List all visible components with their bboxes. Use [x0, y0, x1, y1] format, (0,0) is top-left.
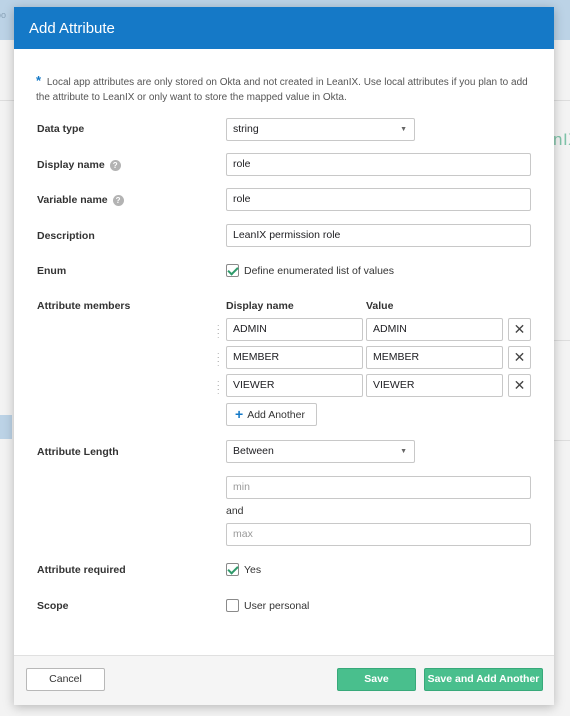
description-label: Description: [37, 230, 95, 242]
chevron-down-icon: ▼: [400, 126, 407, 133]
data-type-value: string: [233, 123, 259, 135]
info-text: Local app attributes are only stored on …: [36, 77, 528, 103]
remove-member-button[interactable]: ✕: [508, 346, 531, 369]
drag-handle-icon[interactable]: :::: [217, 379, 221, 396]
modal-footer: Cancel Save Save and Add Another: [14, 655, 554, 705]
scope-checkbox-label[interactable]: User personal: [244, 600, 309, 612]
variable-name-label-text: Variable name: [37, 194, 108, 206]
background-divider: [554, 440, 570, 441]
scope-checkbox[interactable]: [226, 599, 239, 612]
modal-title: Add Attribute: [29, 20, 115, 37]
min-length-input[interactable]: min: [226, 476, 531, 499]
data-type-select[interactable]: string ▼: [226, 118, 415, 141]
background-divider: [0, 100, 14, 101]
add-another-label: Add Another: [247, 409, 305, 421]
attribute-required-checkbox-label[interactable]: Yes: [244, 564, 261, 576]
scope-label: Scope: [37, 600, 69, 612]
close-icon: ✕: [513, 377, 526, 393]
member-value-input[interactable]: MEMBER: [366, 346, 503, 369]
attribute-members-label: Attribute members: [37, 300, 131, 312]
help-icon[interactable]: ?: [109, 159, 121, 171]
and-text: and: [226, 505, 244, 517]
attribute-length-value: Between: [233, 445, 274, 457]
enum-checkbox[interactable]: [226, 264, 239, 277]
member-display-name-input[interactable]: MEMBER: [226, 346, 363, 369]
members-value-header: Value: [366, 300, 394, 312]
add-attribute-modal: Add Attribute * Local app attributes are…: [14, 7, 554, 705]
member-value-input[interactable]: VIEWER: [366, 374, 503, 397]
help-icon[interactable]: ?: [112, 194, 124, 206]
display-name-label: Display name?: [37, 159, 121, 171]
background-side-tab: [0, 415, 12, 439]
add-another-button[interactable]: + Add Another: [226, 403, 317, 426]
member-value-input[interactable]: ADMIN: [366, 318, 503, 341]
background-divider: [554, 100, 570, 101]
cancel-button[interactable]: Cancel: [26, 668, 105, 691]
plus-icon: +: [235, 406, 244, 422]
data-type-label: Data type: [37, 123, 85, 135]
attribute-length-label: Attribute Length: [37, 446, 119, 458]
chevron-down-icon: ▼: [400, 448, 407, 455]
background-divider: [554, 340, 570, 341]
max-length-input[interactable]: max: [226, 523, 531, 546]
variable-name-input[interactable]: role: [226, 188, 531, 211]
display-name-label-text: Display name: [37, 159, 105, 171]
save-button[interactable]: Save: [337, 668, 416, 691]
attribute-required-label: Attribute required: [37, 564, 126, 576]
attribute-required-checkbox[interactable]: [226, 563, 239, 576]
drag-handle-icon[interactable]: :::: [217, 351, 221, 368]
close-icon: ✕: [513, 321, 526, 337]
description-input[interactable]: LeanIX permission role: [226, 224, 531, 247]
attribute-length-select[interactable]: Between ▼: [226, 440, 415, 463]
member-display-name-input[interactable]: ADMIN: [226, 318, 363, 341]
remove-member-button[interactable]: ✕: [508, 318, 531, 341]
modal-header: Add Attribute: [14, 7, 554, 49]
member-display-name-input[interactable]: VIEWER: [226, 374, 363, 397]
info-message: * Local app attributes are only stored o…: [36, 73, 536, 105]
enum-label: Enum: [37, 265, 67, 277]
variable-name-label: Variable name?: [37, 194, 124, 206]
background-breadcrumb: oo: [0, 10, 7, 20]
close-icon: ✕: [513, 349, 526, 365]
asterisk-icon: *: [36, 73, 42, 88]
save-and-add-another-button[interactable]: Save and Add Another: [424, 668, 543, 691]
display-name-input[interactable]: role: [226, 153, 531, 176]
remove-member-button[interactable]: ✕: [508, 374, 531, 397]
drag-handle-icon[interactable]: :::: [217, 323, 221, 340]
enum-checkbox-label[interactable]: Define enumerated list of values: [244, 265, 394, 277]
members-display-name-header: Display name: [226, 300, 294, 312]
background-leanix-text: nIX: [553, 130, 570, 149]
